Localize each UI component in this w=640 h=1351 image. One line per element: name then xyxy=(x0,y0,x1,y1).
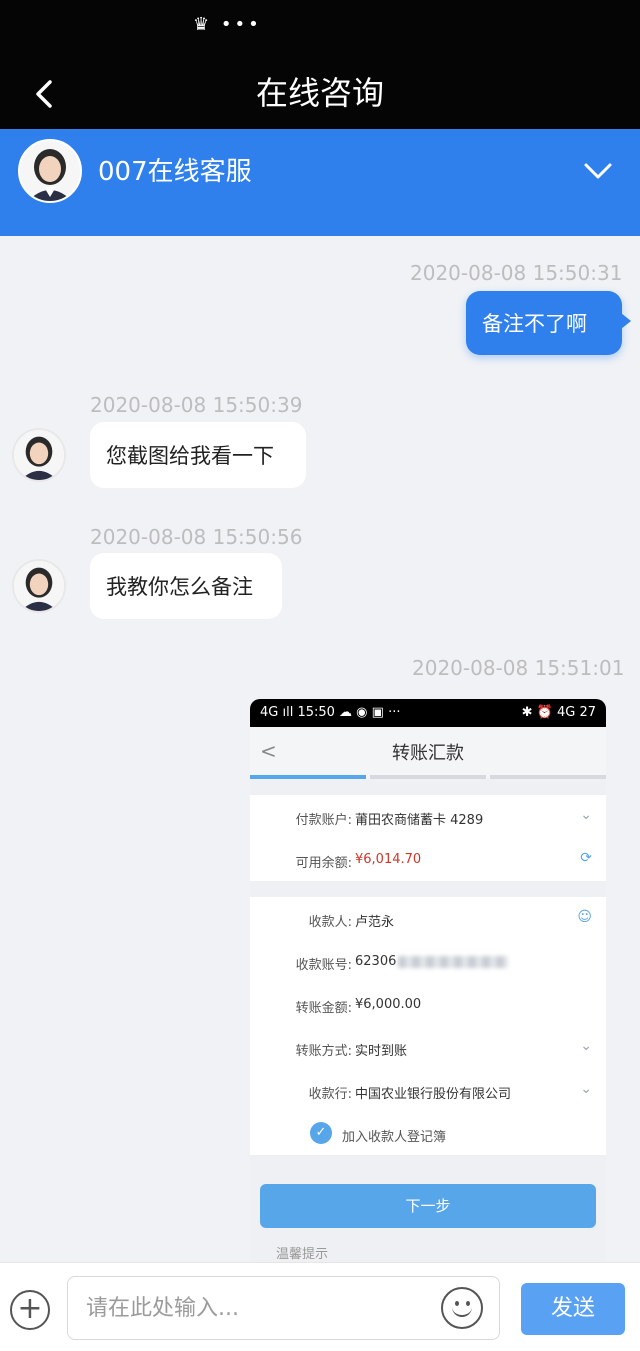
payee-bank-row: 收款行: 中国农业银行股份有限公司 ⌄ xyxy=(250,1069,606,1112)
row-label: 转账方式: xyxy=(295,1044,352,1059)
chevron-down-icon: ⌄ xyxy=(580,1081,592,1097)
screenshot-next-button: 下一步 xyxy=(260,1184,596,1228)
transfer-method-row: 转账方式: 实时到账 ⌄ xyxy=(250,1026,606,1069)
refresh-icon: ⟳ xyxy=(580,850,592,866)
row-label: 可用余额: xyxy=(295,856,352,871)
payee-account-row: 收款账号: 62306 xyxy=(250,940,606,983)
received-message[interactable]: 我教你怎么备注 xyxy=(90,553,282,619)
row-label: 转账金额: xyxy=(295,1001,352,1016)
message-text: 我教你怎么备注 xyxy=(106,575,253,599)
plus-circle-icon[interactable]: + xyxy=(10,1290,50,1330)
message-timestamp: 2020-08-08 15:51:01 xyxy=(412,656,625,680)
received-message[interactable]: 您截图给我看一下 xyxy=(90,422,306,488)
chat-area[interactable]: 2020-08-08 15:50:31 备注不了啊 2020-08-08 15:… xyxy=(0,236,640,1262)
send-button[interactable]: 发送 xyxy=(521,1283,625,1335)
payee-name-row: 收款人: 卢范永 ☺ xyxy=(250,897,606,940)
screenshot-status-bar: 4G ıll 15:50 ☁ ◉ ▣ ··· ✱ ⏰ 4G 27 xyxy=(250,699,606,727)
emoji-mouth xyxy=(452,1305,472,1317)
payee-group: 收款人: 卢范永 ☺ 收款账号: 62306 转账金额: ¥6,000.00 转… xyxy=(250,897,606,1155)
check-icon: ✓ xyxy=(310,1122,332,1144)
top-bar: ♛ ••• 在线咨询 xyxy=(0,0,640,129)
screenshot-title: 转账汇款 xyxy=(392,743,464,764)
smile-icon[interactable] xyxy=(441,1287,483,1329)
screenshot-header: < 转账汇款 xyxy=(250,727,606,779)
save-payee-row: ✓ 加入收款人登记簿 xyxy=(250,1112,606,1155)
row-value: 卢范永 xyxy=(355,915,395,930)
chevron-down-icon: ⌄ xyxy=(580,807,592,823)
row-label: 付款账户: xyxy=(295,813,352,828)
row-label: 收款账号: xyxy=(295,958,352,973)
blurred-account-number xyxy=(398,955,509,968)
payer-account-row: 付款账户: 莆田农商储蓄卡 4289 ⌄ xyxy=(250,795,606,838)
agent-name: 007在线客服 xyxy=(98,157,252,187)
screenshot-progress-tabs xyxy=(250,775,606,779)
sent-message[interactable]: 备注不了啊 xyxy=(466,291,631,355)
message-text: 备注不了啊 xyxy=(482,312,587,336)
chevron-down-icon xyxy=(584,163,612,179)
row-value: 中国农业银行股份有限公司 xyxy=(355,1087,512,1102)
account-prefix: 62306 xyxy=(355,954,397,969)
row-value: ¥6,014.70 xyxy=(355,852,422,867)
chevron-down-icon: ⌄ xyxy=(580,1038,592,1054)
row-value: 62306 xyxy=(355,954,509,969)
message-timestamp: 2020-08-08 15:50:56 xyxy=(90,525,303,549)
amount-row: 转账金额: ¥6,000.00 xyxy=(250,983,606,1026)
screenshot-tips-label: 温馨提示 xyxy=(276,1247,329,1262)
progress-step xyxy=(370,775,486,779)
row-label: 收款人: xyxy=(308,915,352,930)
message-timestamp: 2020-08-08 15:50:31 xyxy=(410,261,623,285)
row-value: 实时到账 xyxy=(355,1044,408,1059)
agent-avatar[interactable] xyxy=(18,139,82,203)
status-bar-icons: ♛ ••• xyxy=(193,14,262,35)
message-input[interactable] xyxy=(67,1276,500,1340)
input-bar: + 发送 xyxy=(0,1262,640,1351)
row-value: ¥6,000.00 xyxy=(355,997,422,1012)
contacts-icon: ☺ xyxy=(577,909,592,925)
collapse-button[interactable] xyxy=(580,157,616,187)
progress-step xyxy=(250,775,366,779)
screenshot-status-right: ✱ ⏰ 4G 27 xyxy=(521,705,596,720)
screenshot-image-message[interactable]: 4G ıll 15:50 ☁ ◉ ▣ ··· ✱ ⏰ 4G 27 < 转账汇款 … xyxy=(250,699,606,1262)
message-timestamp: 2020-08-08 15:50:39 xyxy=(90,393,303,417)
message-text: 您截图给我看一下 xyxy=(106,444,274,468)
row-label: 收款行: xyxy=(308,1087,352,1102)
page-title: 在线咨询 xyxy=(255,74,384,112)
checkbox-label: 加入收款人登记簿 xyxy=(342,1130,447,1145)
row-value: 莆田农商储蓄卡 4289 xyxy=(355,813,484,828)
agent-avatar[interactable] xyxy=(12,559,66,613)
agent-header: 007在线客服 xyxy=(0,129,640,236)
payer-group: 付款账户: 莆田农商储蓄卡 4289 ⌄ 可用余额: ¥6,014.70 ⟳ xyxy=(250,795,606,881)
progress-step xyxy=(490,775,606,779)
agent-avatar[interactable] xyxy=(12,428,66,482)
balance-row: 可用余额: ¥6,014.70 ⟳ xyxy=(250,838,606,881)
screenshot-status-left: 4G ıll 15:50 ☁ ◉ ▣ ··· xyxy=(260,705,401,720)
